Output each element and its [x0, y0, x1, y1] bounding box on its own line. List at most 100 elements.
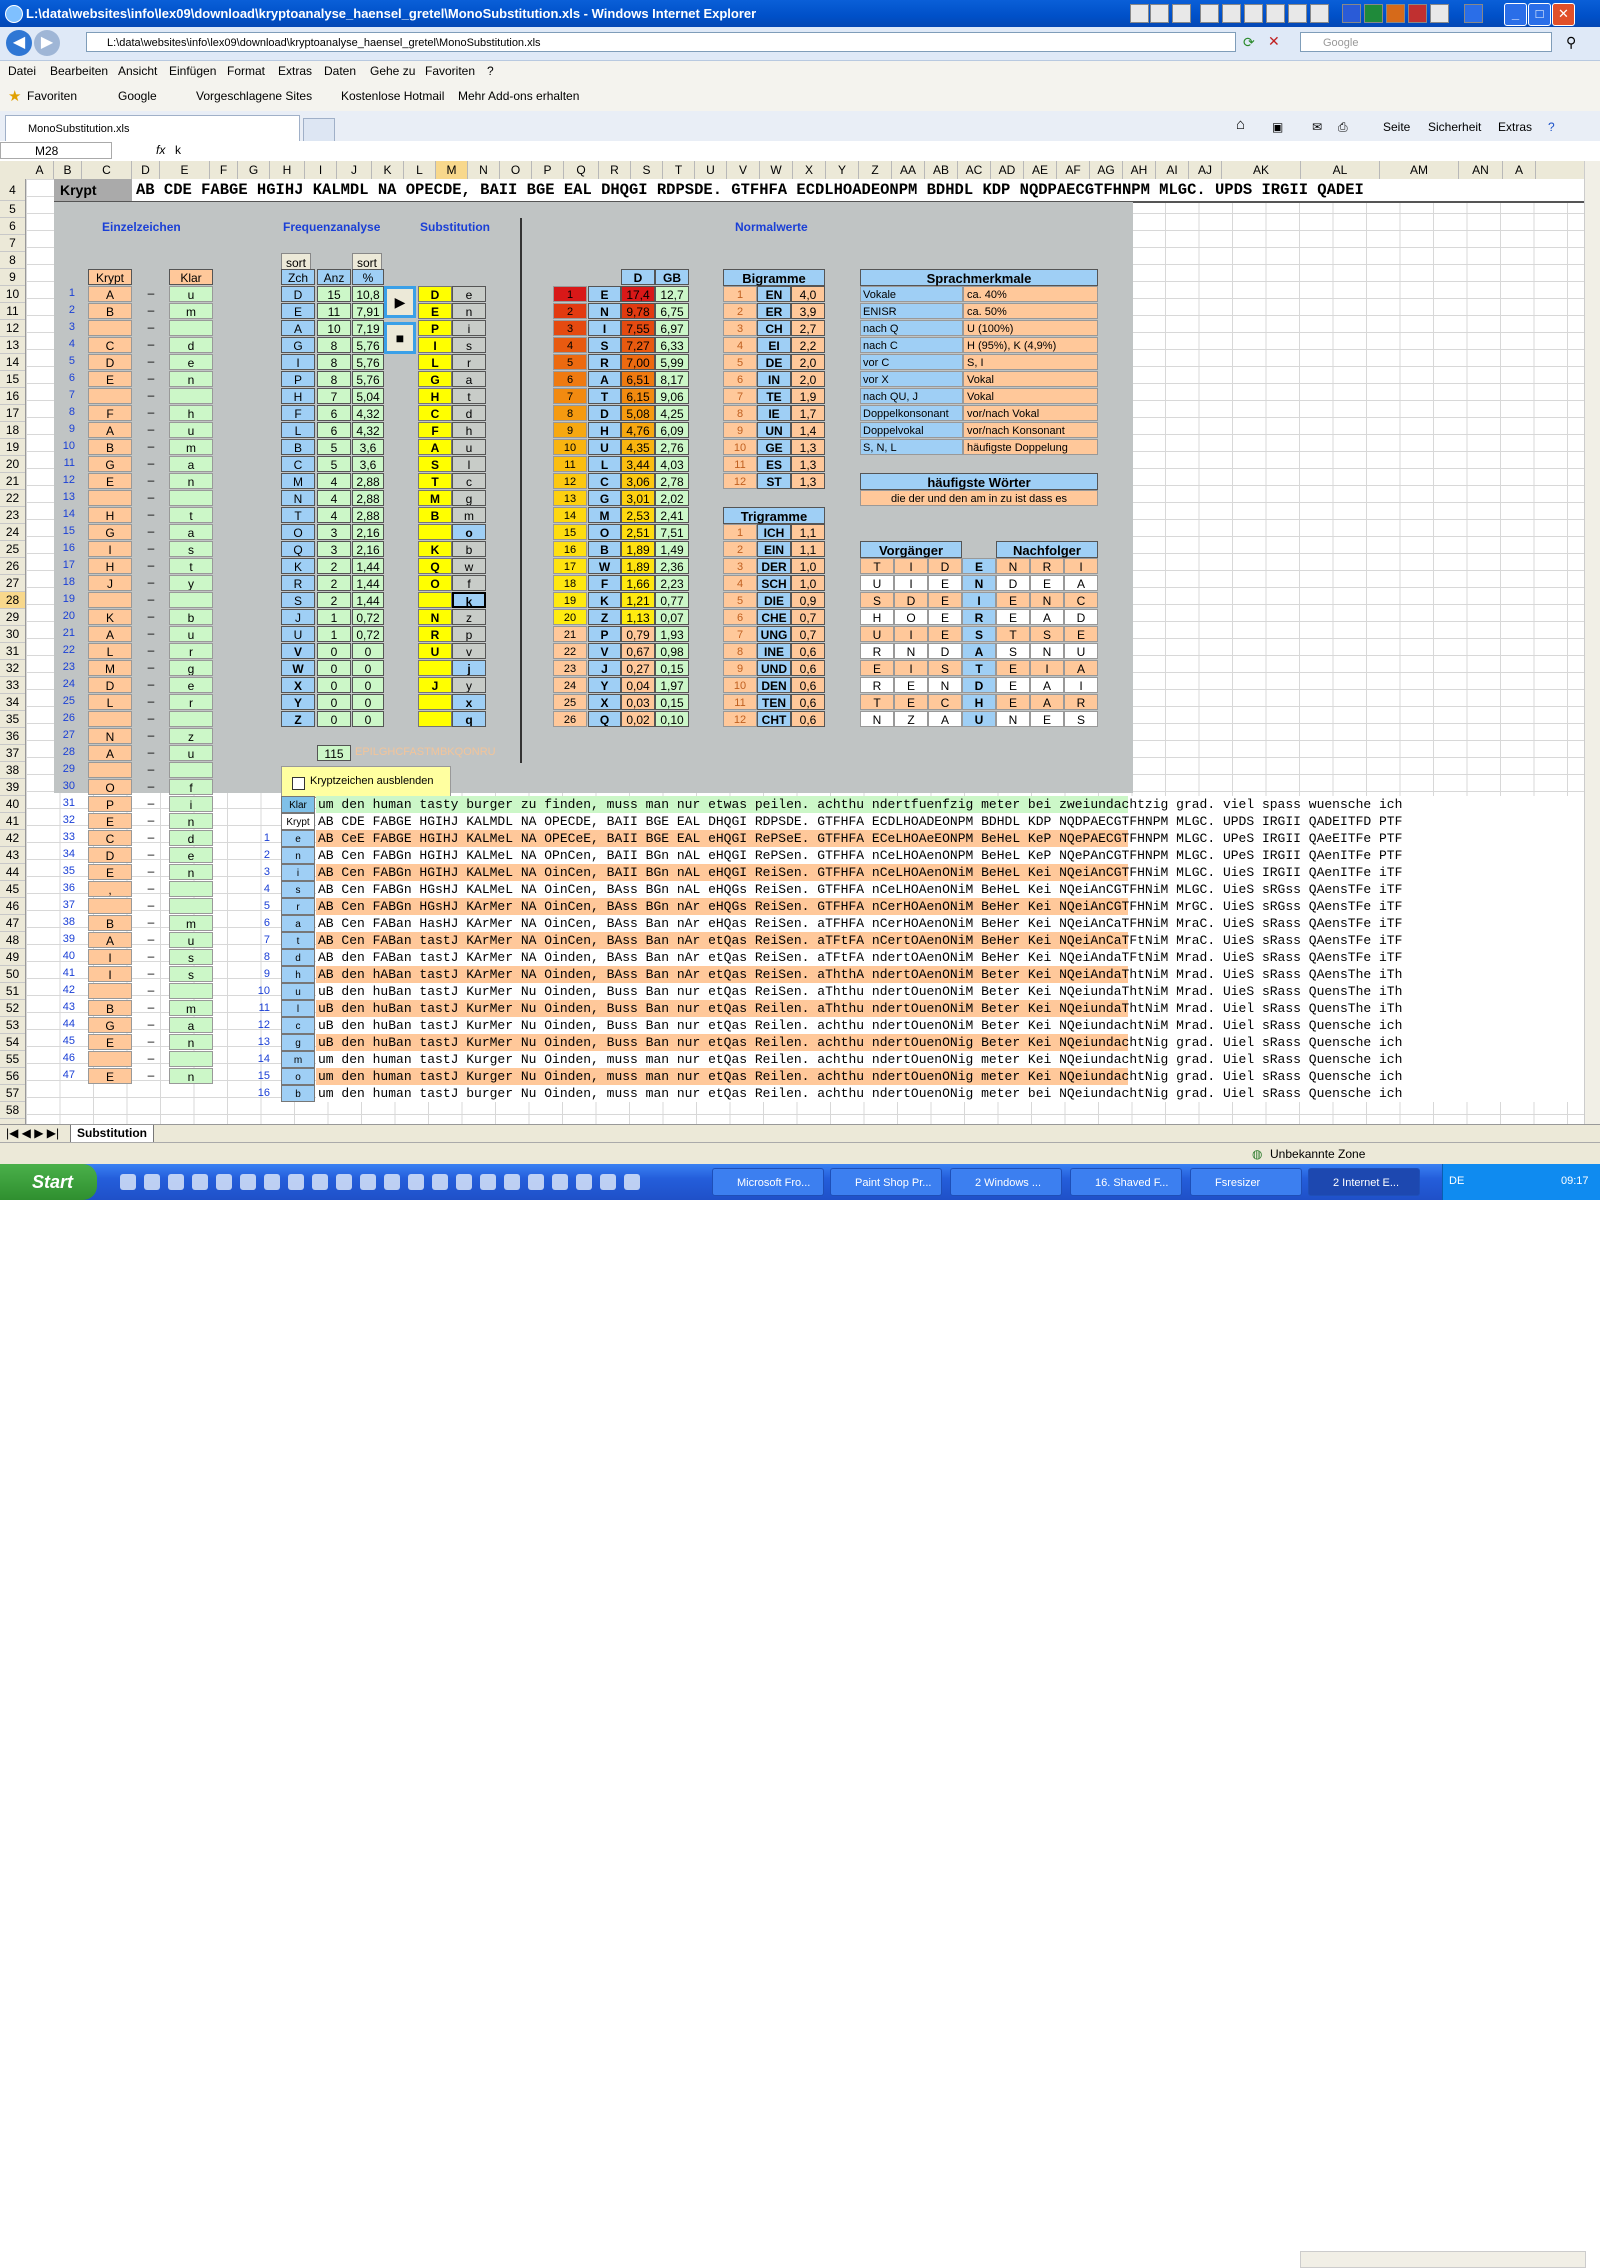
subst-krypt-cell[interactable]: Q	[418, 558, 452, 574]
einzel-klar-cell[interactable]	[169, 762, 213, 778]
subst-krypt-cell[interactable]: I	[418, 337, 452, 353]
sheet-nav-icon[interactable]: |◀ ◀ ▶ ▶|	[6, 1126, 59, 1140]
mail-icon[interactable]	[1200, 4, 1219, 23]
einzel-klar-cell[interactable]: e	[169, 847, 213, 863]
einzel-klar-cell[interactable]: u	[169, 745, 213, 761]
einzel-krypt-cell[interactable]: F	[88, 405, 132, 421]
einzel-krypt-cell[interactable]: E	[88, 864, 132, 880]
toolbar-icon[interactable]	[1266, 4, 1285, 23]
favlink-hotmail[interactable]: Kostenlose Hotmail	[341, 89, 444, 103]
print-icon[interactable]: ⎙	[1338, 120, 1348, 135]
subst-krypt-cell[interactable]: U	[418, 643, 452, 659]
subst-klar-cell[interactable]: s	[452, 337, 486, 353]
home-icon[interactable]: ⌂	[1236, 116, 1245, 133]
einzel-klar-cell[interactable]: y	[169, 575, 213, 591]
einzel-klar-cell[interactable]	[169, 320, 213, 336]
einzel-krypt-cell[interactable]: G	[88, 1017, 132, 1033]
einzel-krypt-cell[interactable]: E	[88, 1034, 132, 1050]
subst-klar-cell[interactable]: p	[452, 626, 486, 642]
einzel-krypt-cell[interactable]	[88, 898, 132, 914]
subst-klar-cell[interactable]: q	[452, 711, 486, 727]
einzel-krypt-cell[interactable]: M	[88, 660, 132, 676]
einzel-krypt-cell[interactable]	[88, 388, 132, 404]
einzel-krypt-cell[interactable]: C	[88, 337, 132, 353]
menu-gehe-zu[interactable]: Gehe zu	[370, 64, 415, 78]
subst-krypt-cell[interactable]	[418, 711, 452, 727]
subst-klar-cell[interactable]: m	[452, 507, 486, 523]
subst-krypt-cell[interactable]: M	[418, 490, 452, 506]
einzel-krypt-cell[interactable]: L	[88, 694, 132, 710]
cmd-seite[interactable]: Seite	[1383, 120, 1410, 134]
einzel-krypt-cell[interactable]: I	[88, 541, 132, 557]
einzel-klar-cell[interactable]: m	[169, 915, 213, 931]
subst-krypt-cell[interactable]: D	[418, 286, 452, 302]
subst-klar-cell[interactable]: f	[452, 575, 486, 591]
einzel-krypt-cell[interactable]: A	[88, 422, 132, 438]
einzel-krypt-cell[interactable]: L	[88, 643, 132, 659]
feeds-icon[interactable]: ▣	[1272, 120, 1283, 134]
einzel-klar-cell[interactable]: a	[169, 456, 213, 472]
toolbar-icon[interactable]	[1150, 4, 1169, 23]
einzel-krypt-cell[interactable]: D	[88, 354, 132, 370]
subst-krypt-cell[interactable]: H	[418, 388, 452, 404]
search-icon[interactable]: ⚲	[1566, 34, 1576, 51]
subst-krypt-cell[interactable]: P	[418, 320, 452, 336]
einzel-klar-cell[interactable]: m	[169, 1000, 213, 1016]
subst-krypt-cell[interactable]: A	[418, 439, 452, 455]
einzel-krypt-cell[interactable]: G	[88, 456, 132, 472]
start-button[interactable]: Start	[0, 1164, 97, 1200]
toolbar-icon[interactable]	[1430, 4, 1449, 23]
einzel-klar-cell[interactable]: a	[169, 524, 213, 540]
einzel-krypt-cell[interactable]: N	[88, 728, 132, 744]
mail-icon[interactable]: ✉	[1312, 120, 1322, 134]
einzel-klar-cell[interactable]: s	[169, 966, 213, 982]
quicklaunch-icon[interactable]	[480, 1174, 496, 1190]
einzel-krypt-cell[interactable]: E	[88, 473, 132, 489]
sheet-tab-substitution[interactable]: Substitution	[70, 1125, 154, 1143]
access-icon[interactable]	[1408, 4, 1427, 23]
einzel-klar-cell[interactable]: m	[169, 439, 213, 455]
einzel-krypt-cell[interactable]: E	[88, 1068, 132, 1084]
einzel-klar-cell[interactable]: f	[169, 779, 213, 795]
taskbar-task[interactable]: 2 Windows ...	[950, 1168, 1062, 1196]
taskbar-task[interactable]: 16. Shaved F...	[1070, 1168, 1182, 1196]
subst-klar-cell[interactable]: w	[452, 558, 486, 574]
subst-klar-cell[interactable]: j	[452, 660, 486, 676]
taskbar-task[interactable]: Fsresizer	[1190, 1168, 1302, 1196]
search-input[interactable]: Google	[1300, 32, 1552, 52]
favlink-addons[interactable]: Mehr Add-ons erhalten	[458, 89, 579, 103]
quicklaunch-icon[interactable]	[456, 1174, 472, 1190]
einzel-klar-cell[interactable]: a	[169, 1017, 213, 1033]
kryptzeichen-checkbox[interactable]	[292, 777, 305, 790]
subst-klar-cell[interactable]: c	[452, 473, 486, 489]
menu-daten[interactable]: Daten	[324, 64, 356, 78]
einzel-klar-cell[interactable]	[169, 1051, 213, 1067]
einzel-krypt-cell[interactable]: B	[88, 915, 132, 931]
einzel-klar-cell[interactable]: r	[169, 643, 213, 659]
play-button[interactable]: ▶	[384, 286, 416, 318]
address-input[interactable]: L:\data\websites\info\lex09\download\kry…	[86, 32, 1236, 52]
einzel-klar-cell[interactable]: n	[169, 1034, 213, 1050]
quicklaunch-icon[interactable]	[624, 1174, 640, 1190]
forward-button[interactable]: ▶	[34, 30, 60, 56]
einzel-krypt-cell[interactable]: A	[88, 932, 132, 948]
einzel-klar-cell[interactable]	[169, 592, 213, 608]
quicklaunch-icon[interactable]	[552, 1174, 568, 1190]
language-indicator[interactable]: DE	[1449, 1175, 1464, 1187]
einzel-krypt-cell[interactable]: G	[88, 524, 132, 540]
einzel-krypt-cell[interactable]: A	[88, 286, 132, 302]
refresh-icon[interactable]: ⟳	[1243, 34, 1255, 51]
minimize-button[interactable]: _	[1504, 3, 1527, 26]
toolbar-icon[interactable]	[1222, 4, 1241, 23]
einzel-klar-cell[interactable]: b	[169, 609, 213, 625]
quicklaunch-icon[interactable]	[504, 1174, 520, 1190]
close-button[interactable]: ✕	[1552, 3, 1575, 26]
einzel-klar-cell[interactable]: e	[169, 354, 213, 370]
einzel-klar-cell[interactable]: i	[169, 796, 213, 812]
subst-krypt-cell[interactable]: C	[418, 405, 452, 421]
subst-krypt-cell[interactable]: O	[418, 575, 452, 591]
quicklaunch-icon[interactable]	[264, 1174, 280, 1190]
quicklaunch-icon[interactable]	[360, 1174, 376, 1190]
subst-klar-cell[interactable]: b	[452, 541, 486, 557]
quicklaunch-icon[interactable]	[432, 1174, 448, 1190]
